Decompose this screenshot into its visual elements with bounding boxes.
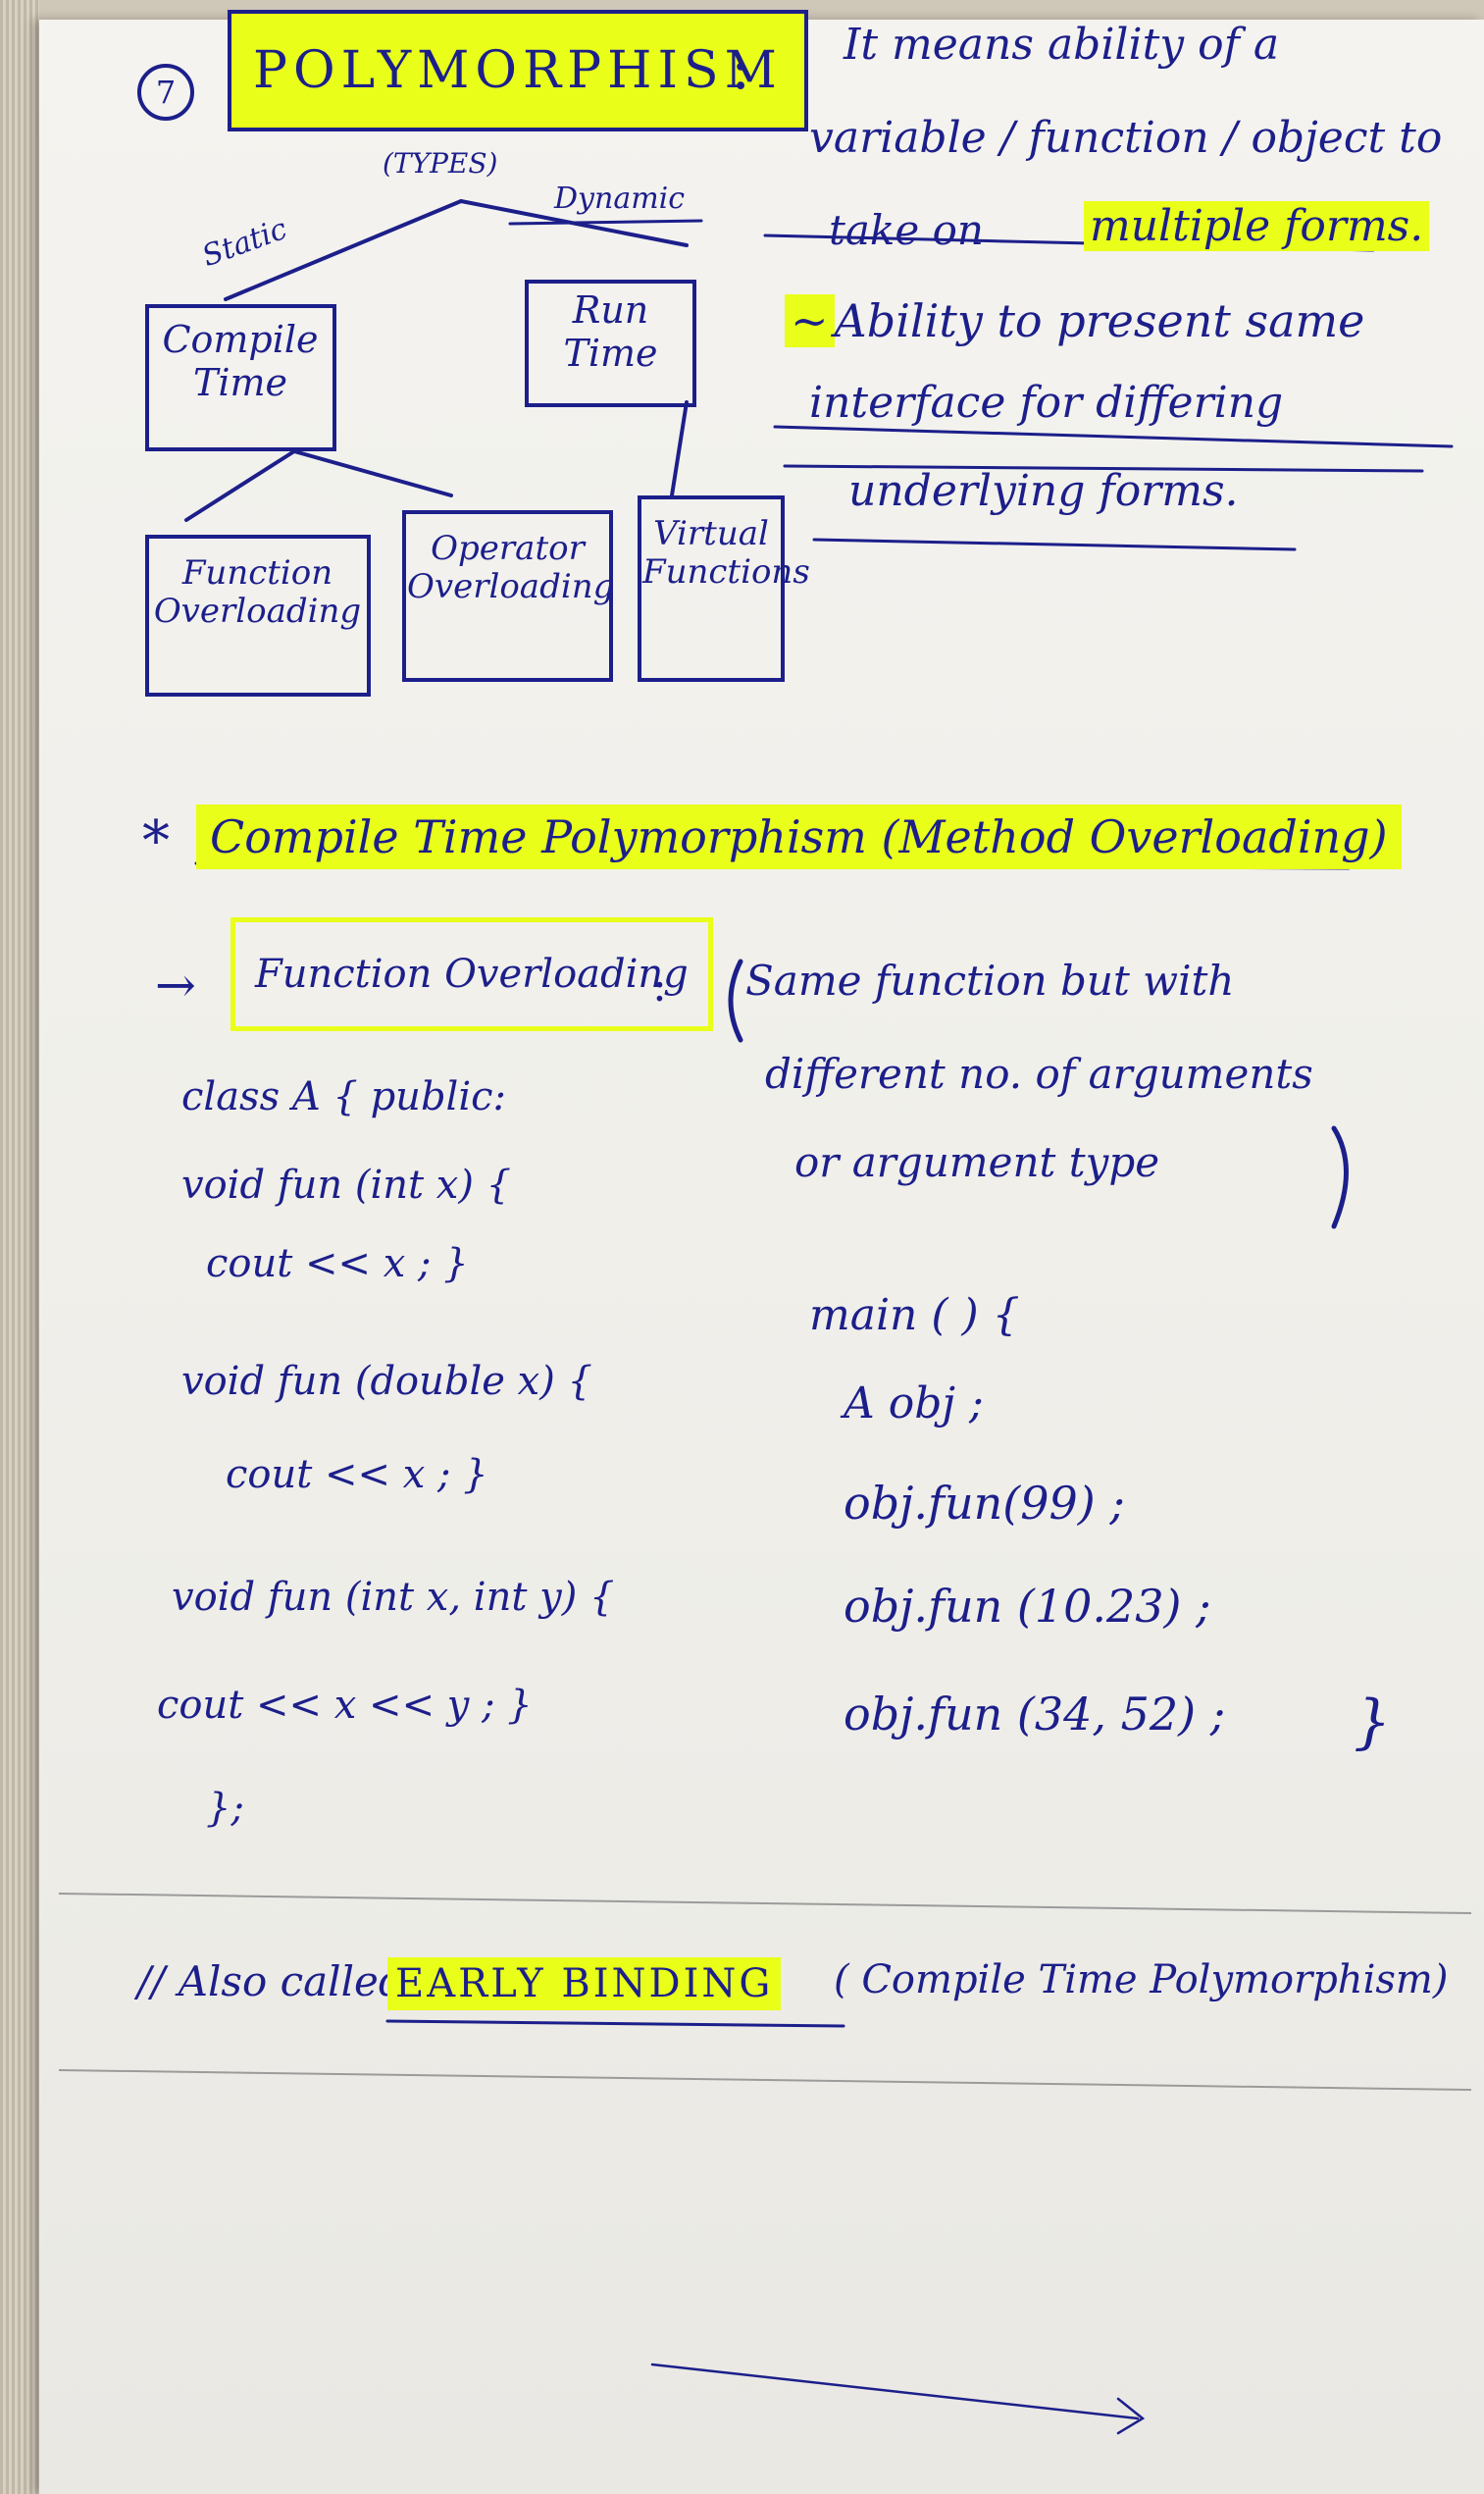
footer-suffix: ( Compile Time Polymorphism) (834, 1957, 1449, 2002)
overloading-desc-2: different no. of arguments (765, 1050, 1313, 1098)
page-title: POLYMORPHISM (228, 10, 808, 131)
code-line: class A { public: (181, 1074, 507, 1119)
run-time-label: Run Time (563, 288, 658, 375)
compile-time-label: Compile Time (162, 318, 319, 404)
function-overloading-label: Function Overloading (153, 553, 362, 632)
code-line: obj.fun (10.23) ; (844, 1580, 1211, 1633)
definition-line-1: It means ability of a (844, 20, 1280, 70)
code-line: cout << x << y ; } (157, 1683, 533, 1728)
types-label: (TYPES) (383, 147, 498, 180)
code-line: } (1354, 1688, 1392, 1756)
code-line: A obj ; (844, 1378, 984, 1429)
definition-line-3b: multiple forms. (1084, 201, 1430, 251)
definition-line-4-text: Ability to present same (834, 294, 1365, 347)
overloading-desc-1: Same function but with (745, 957, 1235, 1005)
definition-line-6: underlying forms. (848, 466, 1239, 516)
early-binding: EARLY BINDING (387, 1957, 782, 2010)
footer-prefix: // Also called (137, 1957, 405, 2005)
operator-overloading-label: Operator Overloading (407, 529, 615, 607)
code-line: obj.fun (34, 52) ; (844, 1688, 1226, 1741)
heading-colon: : (731, 34, 751, 103)
code-line: void fun (int x) { (181, 1163, 512, 1208)
section-title: Compile Time Polymorphism (Method Overlo… (196, 805, 1402, 869)
code-line: }; (206, 1786, 244, 1831)
function-overloading-heading: Function Overloading (230, 917, 713, 1031)
overloading-desc-3: or argument type (794, 1138, 1160, 1186)
heading-number: 7 (137, 64, 194, 121)
code-line: cout << x ; } (206, 1241, 469, 1286)
definition-line-3a: take on (829, 206, 984, 254)
code-line: void fun (double x) { (181, 1359, 593, 1404)
overloading-colon: : (652, 961, 667, 1012)
virtual-functions-label: Virtual Functions (642, 514, 810, 593)
definition-line-2: variable / function / object to (809, 113, 1443, 163)
definition-line-4: ~ Ability to present same (785, 294, 1364, 347)
definition-line-5: interface for differing (809, 378, 1284, 428)
section-star: * (142, 809, 170, 873)
code-line: obj.fun(99) ; (844, 1477, 1125, 1530)
code-line: cout << x ; } (226, 1452, 488, 1497)
dynamic-label: Dynamic (554, 182, 686, 216)
code-line: void fun (int x, int y) { (172, 1575, 615, 1620)
code-line: main ( ) { (809, 1290, 1020, 1340)
bullet-arrow: → (155, 957, 196, 1013)
